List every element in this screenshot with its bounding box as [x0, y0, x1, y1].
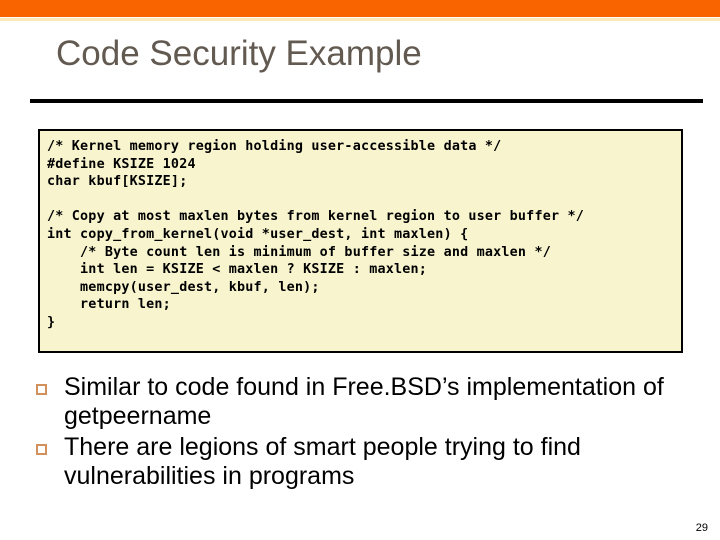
title-divider — [30, 99, 703, 103]
code-block: /* Kernel memory region holding user-acc… — [38, 129, 683, 353]
slide-top-accent-bar — [0, 0, 720, 17]
code-block-text: /* Kernel memory region holding user-acc… — [47, 139, 585, 330]
square-bullet-icon — [36, 384, 47, 395]
bullet-list: Similar to code found in Free.BSD’s impl… — [36, 373, 708, 493]
list-item-label: Similar to code found in Free.BSD’s impl… — [64, 373, 664, 430]
page-title: Code Security Example — [56, 34, 422, 73]
list-item-label: There are legions of smart people trying… — [64, 433, 581, 490]
page-number: 29 — [695, 522, 708, 534]
list-item: Similar to code found in Free.BSD’s impl… — [36, 373, 708, 431]
square-bullet-icon — [36, 444, 47, 455]
slide-top-accent-underline — [0, 18, 720, 21]
list-item: There are legions of smart people trying… — [36, 433, 708, 491]
